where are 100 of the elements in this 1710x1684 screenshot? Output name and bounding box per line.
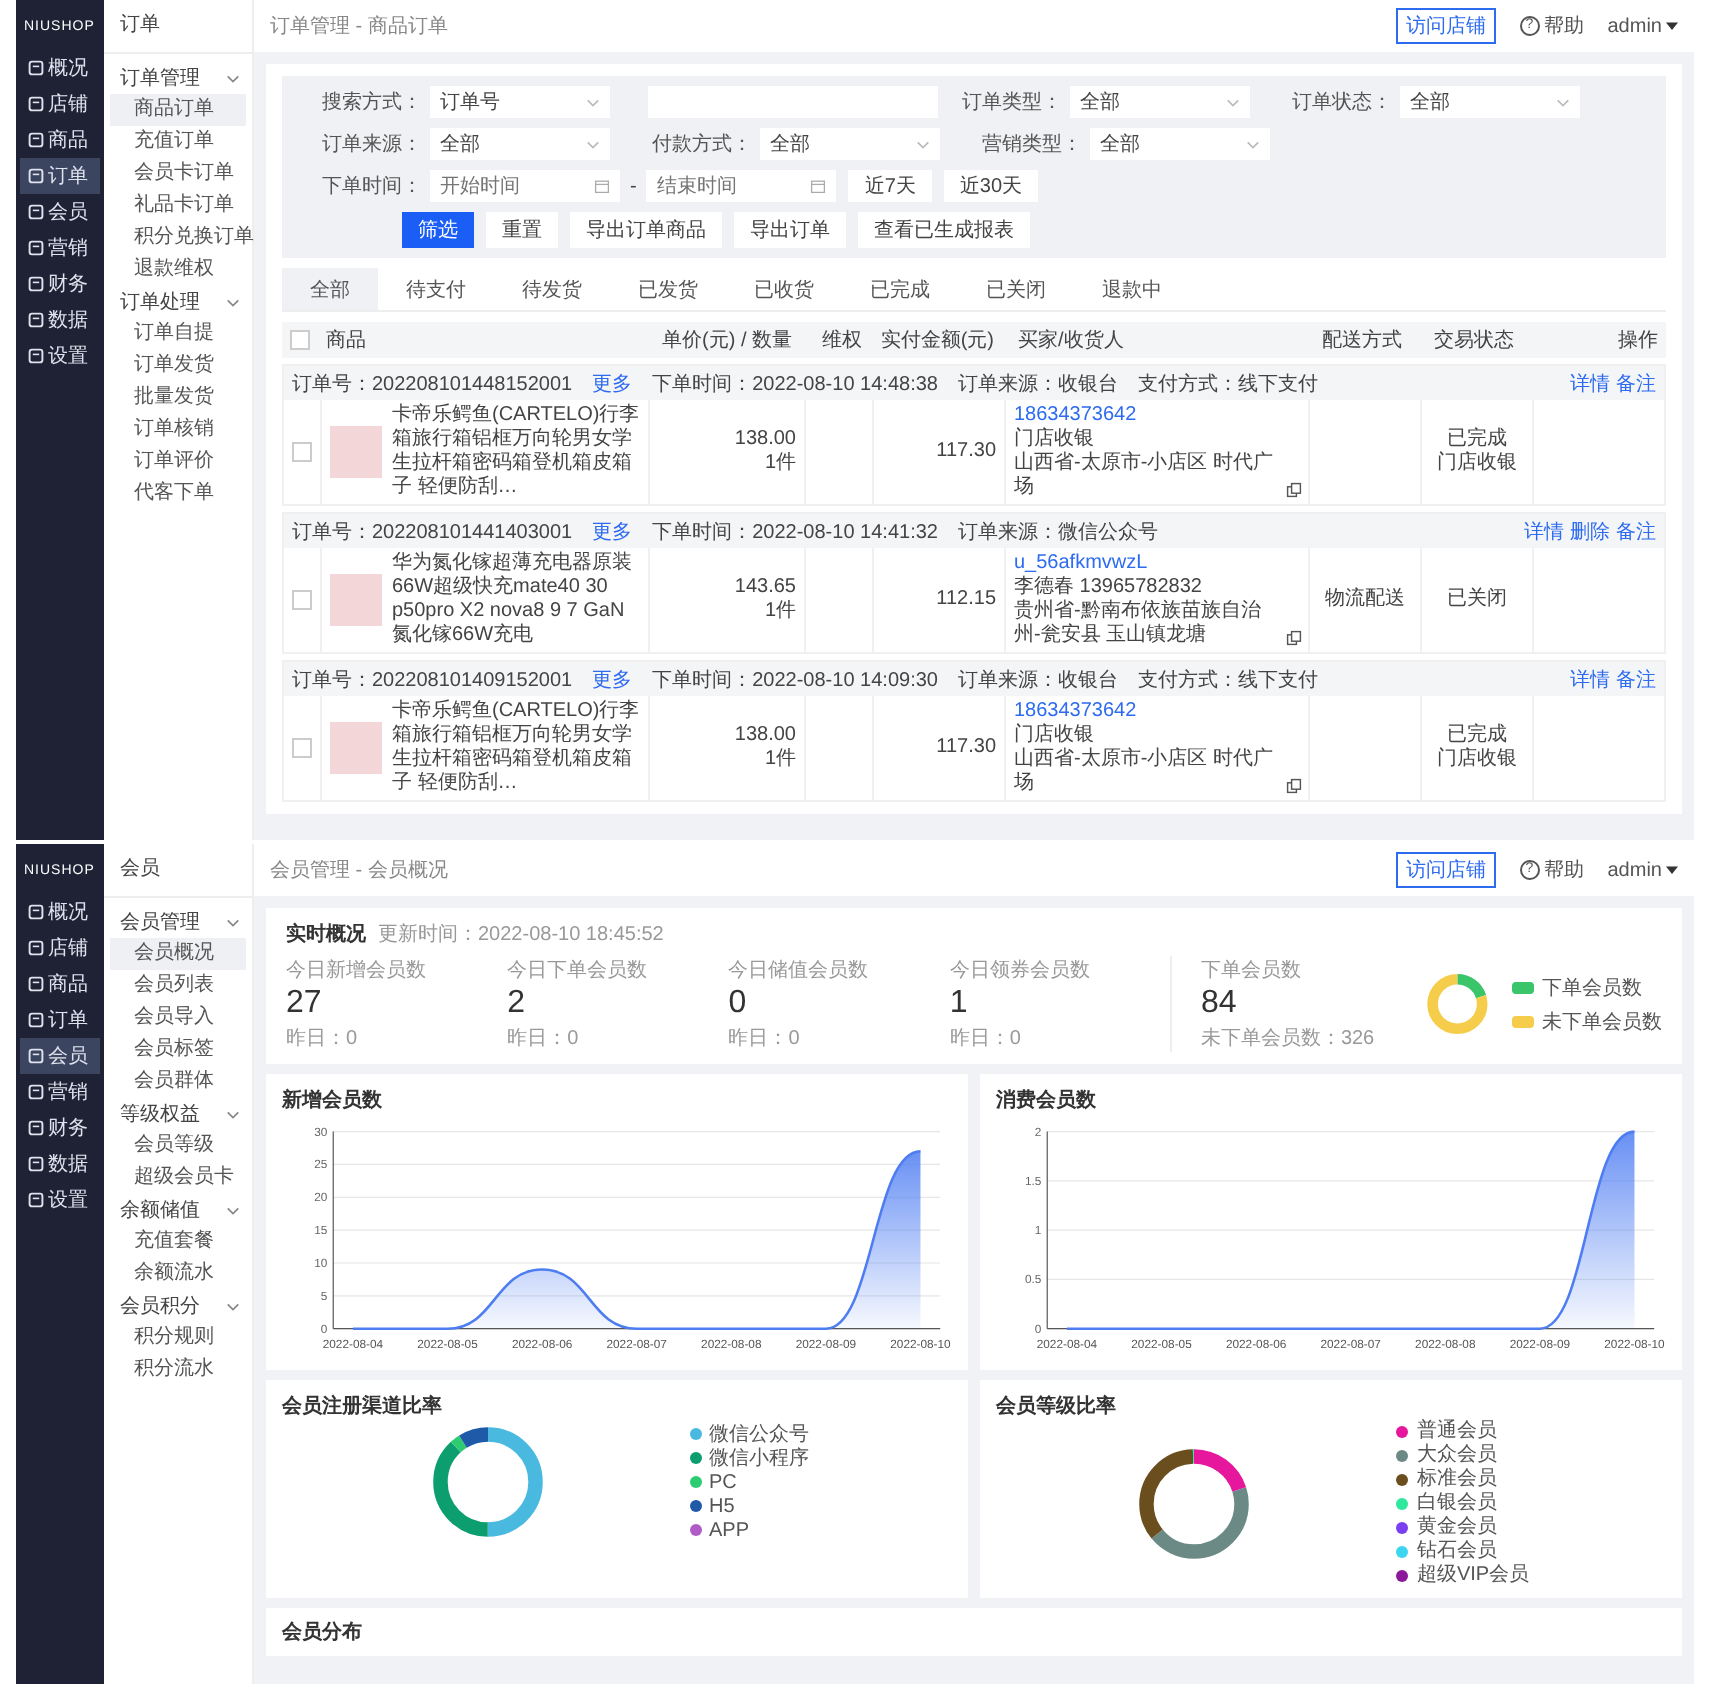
status-tab[interactable]: 已收货 bbox=[726, 268, 842, 310]
nav-item[interactable]: 订单 bbox=[20, 1002, 100, 1038]
submenu-group[interactable]: 订单管理 bbox=[104, 62, 252, 94]
submenu-item[interactable]: 批量发货 bbox=[110, 382, 246, 414]
submenu-item[interactable]: 订单发货 bbox=[110, 350, 246, 382]
submenu-item[interactable]: 会员群体 bbox=[110, 1066, 246, 1098]
select-field[interactable]: 全部 bbox=[1090, 128, 1270, 160]
action-button[interactable]: 查看已生成报表 bbox=[858, 212, 1030, 248]
submenu-item[interactable]: 会员概况 bbox=[110, 938, 246, 970]
column-header: 操作 bbox=[1616, 328, 1660, 354]
nav-item[interactable]: 商品 bbox=[20, 966, 100, 1002]
quantity: 1件 bbox=[764, 452, 796, 476]
product-title[interactable]: 卡帝乐鳄鱼(CARTELO)行李箱旅行箱铝框万向轮男女学生拉杆箱密码箱登机箱皮箱子 轻便防刮… bbox=[392, 700, 640, 796]
order-action-link[interactable]: 删除 bbox=[1570, 517, 1610, 545]
copy-icon[interactable] bbox=[1286, 778, 1302, 794]
select-field[interactable]: 全部 bbox=[760, 128, 940, 160]
submenu-item[interactable]: 代客下单 bbox=[110, 478, 246, 510]
nav-item[interactable]: 设置 bbox=[20, 338, 100, 374]
select-field[interactable]: 全部 bbox=[1070, 86, 1250, 118]
nav-item[interactable]: 营销 bbox=[20, 1074, 100, 1110]
visit-store-button[interactable]: 访问店铺 bbox=[1395, 852, 1496, 888]
submenu-group[interactable]: 会员积分 bbox=[104, 1290, 252, 1322]
submenu-item[interactable]: 会员导入 bbox=[110, 1002, 246, 1034]
nav-item[interactable]: 概况 bbox=[20, 50, 100, 86]
more-link[interactable]: 更多 bbox=[592, 665, 633, 693]
column-header: 维权 bbox=[820, 327, 864, 354]
submenu-item[interactable]: 充值订单 bbox=[110, 126, 246, 158]
order-action-link[interactable]: 备注 bbox=[1616, 665, 1656, 693]
submenu-group[interactable]: 余额储值 bbox=[104, 1194, 252, 1226]
submenu-item[interactable]: 礼品卡订单 bbox=[110, 190, 246, 222]
select-field[interactable]: 全部 bbox=[1400, 86, 1580, 118]
date-input[interactable]: 开始时间 bbox=[430, 170, 620, 202]
row-checkbox[interactable] bbox=[292, 590, 312, 610]
submenu-group[interactable]: 会员管理 bbox=[104, 906, 252, 938]
submenu-item[interactable]: 积分流水 bbox=[110, 1354, 246, 1386]
square-icon bbox=[28, 96, 44, 112]
nav-item[interactable]: 财务 bbox=[20, 1110, 100, 1146]
status-tab[interactable]: 待支付 bbox=[378, 268, 494, 310]
select-field[interactable]: 订单号 bbox=[430, 86, 610, 118]
nav-item[interactable]: 会员 bbox=[20, 1038, 100, 1074]
nav-item[interactable]: 财务 bbox=[20, 266, 100, 302]
nav-item[interactable]: 店铺 bbox=[20, 86, 100, 122]
buyer-link[interactable]: u_56afkmvwzL bbox=[1014, 552, 1148, 576]
status-tab[interactable]: 已关闭 bbox=[958, 268, 1074, 310]
select-field[interactable]: 全部 bbox=[430, 128, 610, 160]
date-input[interactable]: 结束时间 bbox=[646, 170, 837, 202]
nav-item[interactable]: 数据 bbox=[20, 302, 100, 338]
submenu-item[interactable]: 会员等级 bbox=[110, 1130, 246, 1162]
submenu-item[interactable]: 会员卡订单 bbox=[110, 158, 246, 190]
more-link[interactable]: 更多 bbox=[592, 369, 633, 397]
action-button[interactable]: 导出订单 bbox=[734, 212, 846, 248]
action-button[interactable]: 重置 bbox=[486, 212, 558, 248]
submenu-group[interactable]: 等级权益 bbox=[104, 1098, 252, 1130]
order-action-link[interactable]: 备注 bbox=[1616, 369, 1656, 397]
submenu-item[interactable]: 充值套餐 bbox=[110, 1226, 246, 1258]
status-tab[interactable]: 已发货 bbox=[610, 268, 726, 310]
visit-store-button[interactable]: 访问店铺 bbox=[1395, 8, 1496, 44]
nav-item[interactable]: 数据 bbox=[20, 1146, 100, 1182]
order-action-link[interactable]: 详情 bbox=[1524, 517, 1564, 545]
user-menu[interactable]: admin bbox=[1607, 15, 1678, 37]
status-tab[interactable]: 待发货 bbox=[494, 268, 610, 310]
quick-range-button[interactable]: 近7天 bbox=[848, 170, 932, 202]
action-button[interactable]: 导出订单商品 bbox=[570, 212, 722, 248]
submenu-item[interactable]: 余额流水 bbox=[110, 1258, 246, 1290]
product-title[interactable]: 华为氮化镓超薄充电器原装66W超级快充mate40 30 p50pro X2 nova8 9 7 GaN氮化镓66W充电 bbox=[392, 552, 640, 648]
order-action-link[interactable]: 详情 bbox=[1570, 665, 1610, 693]
order-action-link[interactable]: 详情 bbox=[1570, 369, 1610, 397]
submenu-item[interactable]: 积分规则 bbox=[110, 1322, 246, 1354]
nav-item[interactable]: 会员 bbox=[20, 194, 100, 230]
submenu-item[interactable]: 会员标签 bbox=[110, 1034, 246, 1066]
submenu-item[interactable]: 超级会员卡 bbox=[110, 1162, 246, 1194]
buyer-link[interactable]: 18634373642 bbox=[1014, 700, 1137, 724]
submenu-item[interactable]: 订单评价 bbox=[110, 446, 246, 478]
copy-icon[interactable] bbox=[1286, 482, 1302, 498]
nav-item[interactable]: 概况 bbox=[20, 894, 100, 930]
nav-item[interactable]: 商品 bbox=[20, 122, 100, 158]
nav-item[interactable]: 营销 bbox=[20, 230, 100, 266]
row-checkbox[interactable] bbox=[292, 442, 312, 462]
order-action-link[interactable]: 备注 bbox=[1616, 517, 1656, 545]
quick-range-button[interactable]: 近30天 bbox=[943, 170, 1039, 202]
submenu-item[interactable]: 商品订单 bbox=[110, 94, 246, 126]
submenu-group[interactable]: 订单处理 bbox=[104, 286, 252, 318]
status-tab[interactable]: 退款中 bbox=[1074, 268, 1190, 310]
copy-icon[interactable] bbox=[1286, 630, 1302, 646]
action-button[interactable]: 筛选 bbox=[402, 212, 474, 248]
nav-item[interactable]: 订单 bbox=[20, 158, 100, 194]
buyer-link[interactable]: 18634373642 bbox=[1014, 404, 1137, 428]
more-link[interactable]: 更多 bbox=[592, 517, 633, 545]
submenu-item[interactable]: 订单核销 bbox=[110, 414, 246, 446]
submenu-item[interactable]: 退款维权 bbox=[110, 254, 246, 286]
select-all-checkbox[interactable] bbox=[290, 330, 310, 350]
submenu-item[interactable]: 订单自提 bbox=[110, 318, 246, 350]
user-menu[interactable]: admin bbox=[1607, 859, 1678, 881]
nav-item[interactable]: 设置 bbox=[20, 1182, 100, 1218]
submenu-item[interactable]: 会员列表 bbox=[110, 970, 246, 1002]
status-tab[interactable]: 已完成 bbox=[842, 268, 958, 310]
nav-item[interactable]: 店铺 bbox=[20, 930, 100, 966]
row-checkbox[interactable] bbox=[292, 738, 312, 758]
product-title[interactable]: 卡帝乐鳄鱼(CARTELO)行李箱旅行箱铝框万向轮男女学生拉杆箱密码箱登机箱皮箱子 轻便防刮… bbox=[392, 404, 640, 500]
status-tab[interactable]: 全部 bbox=[282, 268, 378, 310]
